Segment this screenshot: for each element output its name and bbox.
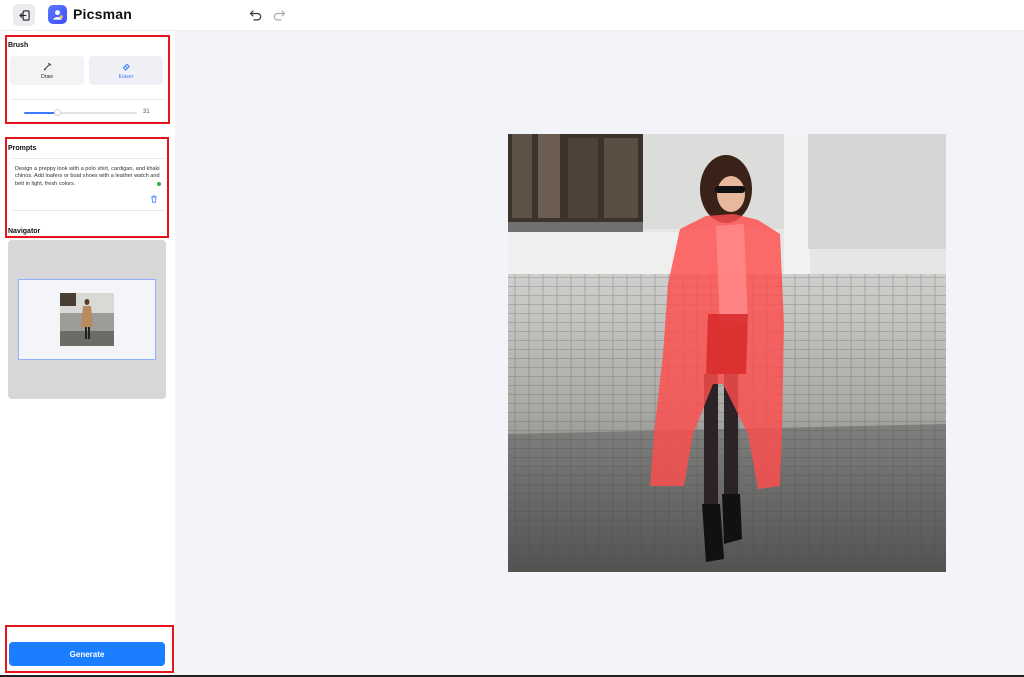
exit-button[interactable]: [13, 4, 35, 26]
app-name: Picsman: [73, 6, 132, 22]
draw-tool-label: Draw: [41, 73, 53, 80]
brush-size-value: 31: [143, 109, 150, 115]
undo-icon[interactable]: [249, 8, 263, 22]
picsman-logo-icon: [48, 5, 67, 24]
navigator-title: Navigator: [8, 228, 41, 235]
navigator-viewport-frame[interactable]: [18, 279, 156, 360]
trash-icon[interactable]: [150, 195, 158, 203]
redo-icon[interactable]: [272, 8, 286, 22]
prompts-bottom-divider: [12, 210, 165, 211]
canvas-area[interactable]: [175, 31, 1024, 677]
exit-icon: [18, 9, 30, 21]
prompt-status-dot: [157, 182, 161, 186]
brush-size-slider-fill: [24, 112, 58, 114]
generate-button[interactable]: Generate: [9, 642, 165, 666]
prompts-top-divider: [12, 158, 165, 159]
brush-size-slider[interactable]: [24, 109, 137, 116]
navigator-panel[interactable]: [8, 240, 166, 399]
eraser-tool-label: Eraser: [118, 73, 134, 80]
prompts-title: Prompts: [8, 145, 37, 152]
brush-draw-icon: [43, 62, 51, 70]
prompt-textarea[interactable]: Design a preppy look with a polo shirt, …: [15, 166, 161, 188]
top-bar: Picsman: [0, 0, 1024, 31]
brush-divider: [12, 99, 165, 100]
eraser-tool-button[interactable]: Eraser: [89, 56, 163, 85]
navigator-thumbnail: [60, 293, 114, 346]
brush-title: Brush: [8, 42, 29, 49]
draw-tool-button[interactable]: Draw: [10, 56, 84, 85]
photo-canvas[interactable]: [508, 134, 946, 572]
eraser-icon: [122, 63, 130, 71]
